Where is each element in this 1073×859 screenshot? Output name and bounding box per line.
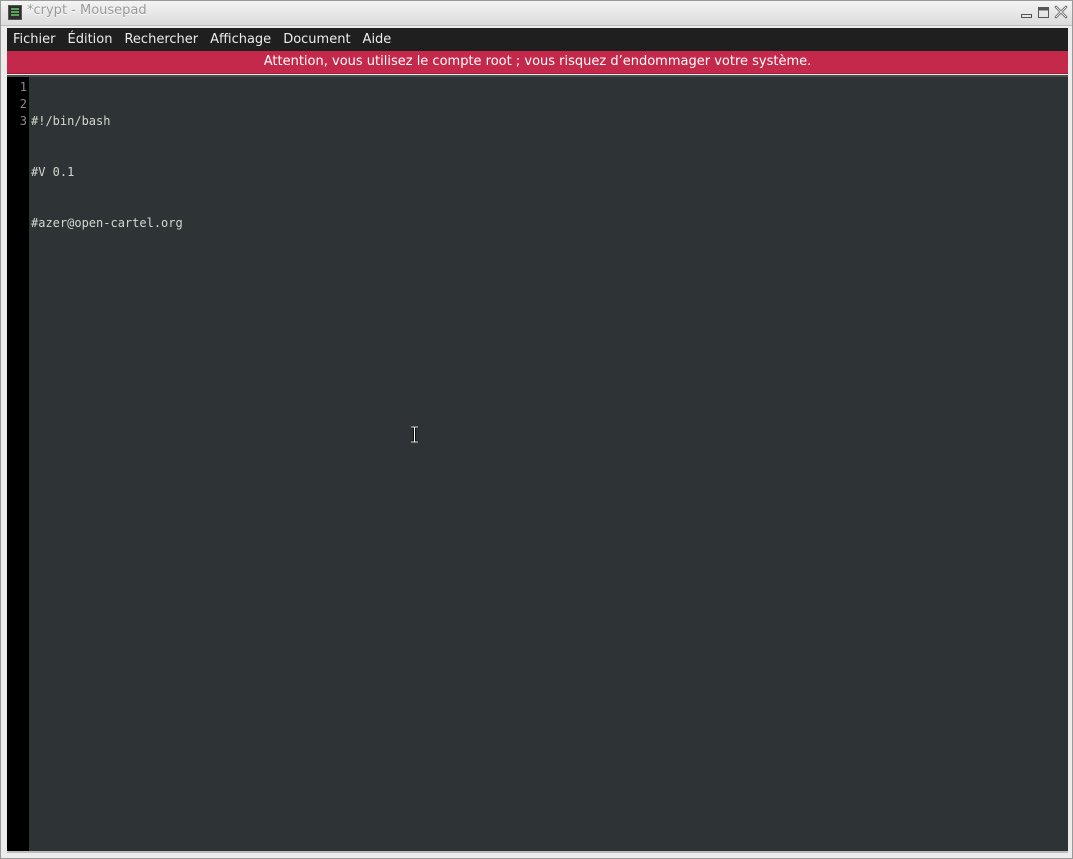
- window-bottom-edge: [7, 851, 1068, 853]
- code-line[interactable]: #!/bin/bash: [31, 113, 183, 130]
- menu-bar: Fichier Édition Rechercher Affichage Doc…: [7, 28, 1068, 51]
- line-number: 3: [19, 114, 27, 128]
- menu-fichier[interactable]: Fichier: [7, 28, 62, 51]
- editor-text[interactable]: #!/bin/bash #V 0.1 #azer@open-cartel.org: [31, 79, 183, 266]
- text-editor[interactable]: 1 2 3 #!/bin/bash #V 0.1 #azer@open-cart…: [7, 77, 1068, 851]
- menu-affichage[interactable]: Affichage: [204, 28, 277, 51]
- close-icon[interactable]: [1053, 4, 1068, 20]
- window-title: *crypt - Mousepad: [27, 3, 147, 18]
- menu-document[interactable]: Document: [277, 28, 356, 51]
- maximize-icon[interactable]: [1036, 4, 1051, 20]
- app-icon: [8, 5, 22, 20]
- title-bar[interactable]: *crypt - Mousepad: [1, 1, 1072, 26]
- window-controls: [1019, 4, 1068, 20]
- line-number: 1: [19, 80, 27, 94]
- line-number: 2: [19, 97, 27, 111]
- minimize-icon[interactable]: [1019, 4, 1034, 20]
- root-warning-banner: Attention, vous utilisez le compte root …: [7, 51, 1068, 74]
- menu-edition[interactable]: Édition: [62, 28, 119, 51]
- menu-aide[interactable]: Aide: [357, 28, 398, 51]
- line-number-gutter: 1 2 3: [7, 77, 29, 851]
- menu-rechercher[interactable]: Rechercher: [118, 28, 204, 51]
- text-cursor-icon: [410, 425, 419, 444]
- code-line[interactable]: #V 0.1: [31, 164, 183, 181]
- mousepad-window: *crypt - Mousepad Fichier Édition Recher…: [0, 0, 1073, 859]
- code-line[interactable]: #azer@open-cartel.org: [31, 215, 183, 232]
